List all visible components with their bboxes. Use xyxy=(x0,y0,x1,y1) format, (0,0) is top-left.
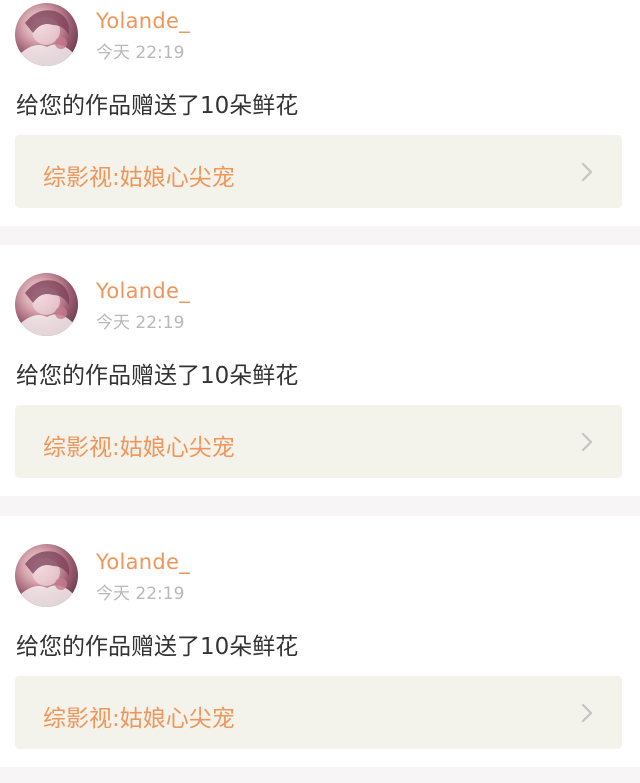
avatar[interactable] xyxy=(15,3,78,66)
timestamp: 今天 22:19 xyxy=(96,43,185,63)
notification-card: Yolande_ 今天 22:19 给您的作品赠送了10朵鲜花 综影视:姑娘心尖… xyxy=(0,0,640,226)
work-link[interactable]: 综影视:姑娘心尖宠 xyxy=(15,135,622,208)
timestamp: 今天 22:19 xyxy=(96,584,185,604)
avatar[interactable] xyxy=(15,544,78,607)
username[interactable]: Yolande_ xyxy=(96,9,190,33)
notification-card: Yolande_ 今天 22:19 给您的作品赠送了10朵鲜花 综影视:姑娘心尖… xyxy=(0,245,640,496)
work-title: 综影视:姑娘心尖宠 xyxy=(43,706,235,732)
timestamp: 今天 22:19 xyxy=(96,313,185,333)
chevron-right-icon xyxy=(581,162,593,182)
work-link[interactable]: 综影视:姑娘心尖宠 xyxy=(15,405,622,478)
chevron-right-icon xyxy=(581,432,593,452)
username[interactable]: Yolande_ xyxy=(96,279,190,303)
notification-message: 给您的作品赠送了10朵鲜花 xyxy=(16,634,299,660)
work-title: 综影视:姑娘心尖宠 xyxy=(43,165,235,191)
work-link[interactable]: 综影视:姑娘心尖宠 xyxy=(15,676,622,749)
work-title: 综影视:姑娘心尖宠 xyxy=(43,435,235,461)
notification-message: 给您的作品赠送了10朵鲜花 xyxy=(16,93,299,119)
notification-card: Yolande_ 今天 22:19 给您的作品赠送了10朵鲜花 综影视:姑娘心尖… xyxy=(0,516,640,767)
avatar[interactable] xyxy=(15,273,78,336)
username[interactable]: Yolande_ xyxy=(96,550,190,574)
notification-message: 给您的作品赠送了10朵鲜花 xyxy=(16,363,299,389)
chevron-right-icon xyxy=(581,703,593,723)
